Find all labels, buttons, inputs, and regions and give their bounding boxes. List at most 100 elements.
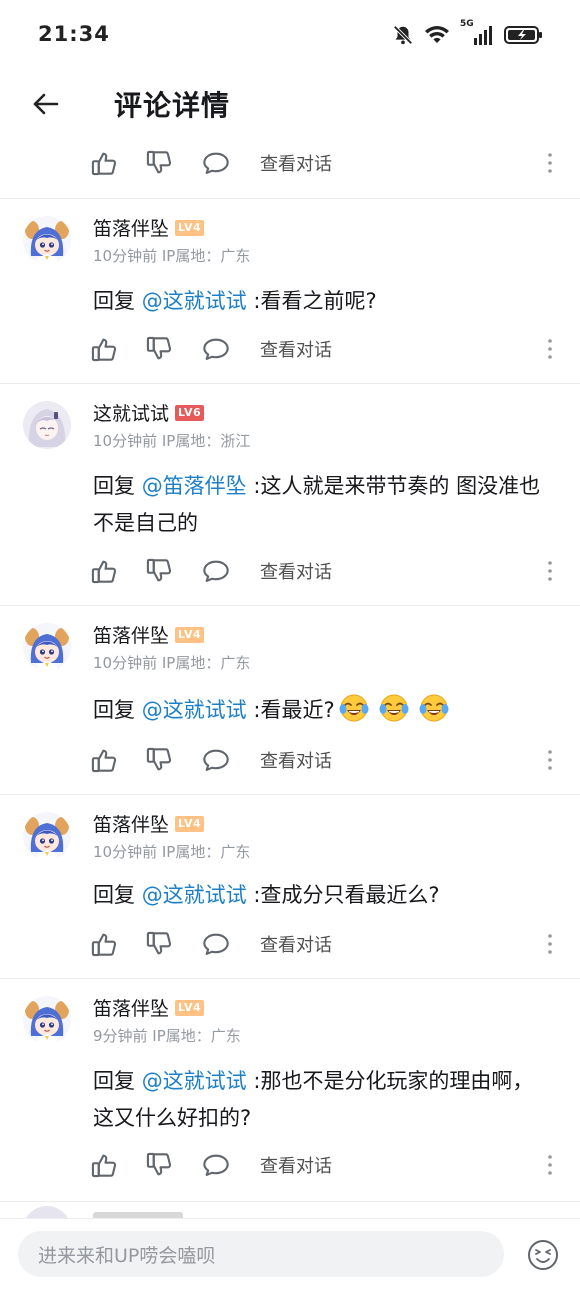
more-button[interactable] [540,743,560,777]
like-button[interactable] [90,743,118,777]
username[interactable]: 这就试试 [93,399,169,426]
more-vertical-icon [548,339,552,359]
avatar[interactable] [23,623,71,671]
like-button[interactable] [90,1148,118,1182]
view-dialog-link[interactable]: 查看对话 [260,927,332,961]
dislike-button[interactable] [145,743,173,777]
speech-bubble-icon [203,338,229,360]
comment-text: 回复 @这就试试 :看看之前呢? [93,283,553,320]
view-dialog-link[interactable]: 查看对话 [260,554,332,588]
view-dialog-link[interactable]: 查看对话 [260,146,332,180]
speech-bubble-icon [203,560,229,582]
avatar[interactable] [23,216,71,264]
dislike-button[interactable] [145,332,173,366]
thumbs-up-icon [91,1154,117,1178]
mute-bell-icon [392,24,414,46]
username-row: 笛落伴坠 LV4 [93,994,205,1021]
reply-body: :看看之前呢? [246,289,377,313]
like-button[interactable] [90,332,118,366]
mention-link[interactable]: @笛落伴坠 [142,474,247,498]
level-badge: LV6 [175,404,205,421]
reply-button[interactable] [202,1148,230,1182]
more-vertical-icon [548,750,552,770]
dislike-button[interactable] [145,554,173,588]
dislike-button[interactable] [145,1148,173,1182]
like-button[interactable] [90,554,118,588]
dislike-button[interactable] [145,146,173,180]
thumbs-up-icon [91,152,117,176]
username[interactable]: 笛落伴坠 [93,994,169,1021]
thumbs-down-icon [146,558,172,582]
speech-bubble-icon [203,152,229,174]
reply-prefix: 回复 [93,698,142,722]
thumbs-up-icon [91,338,117,362]
view-dialog-link[interactable]: 查看对话 [260,743,332,777]
wifi-icon [424,24,450,46]
thumbs-down-icon [146,150,172,174]
username[interactable]: 笛落伴坠 [93,810,169,837]
like-button[interactable] [90,146,118,180]
more-vertical-icon [548,1155,552,1175]
username[interactable]: 笛落伴坠 [93,621,169,648]
speech-bubble-icon [203,933,229,955]
reply-body: :看最近? [246,698,335,722]
username-row: 笛落伴坠 LV4 [93,810,205,837]
crying-laughing-emoji-icon [338,694,369,722]
more-button[interactable] [540,1148,560,1182]
mention-link[interactable]: @这就试试 [142,289,247,313]
comment-meta: 9分钟前 IP属地：广东 [93,1027,241,1045]
more-button[interactable] [540,146,560,180]
comment-item: 笛落伴坠 LV4 10分钟前 IP属地：广东 回复 @这就试试 :看看之前呢? … [0,199,580,383]
avatar[interactable] [23,996,71,1044]
like-button[interactable] [90,927,118,961]
mention-link[interactable]: @这就试试 [142,698,247,722]
more-vertical-icon [548,561,552,581]
username[interactable]: 笛落伴坠 [93,214,169,241]
status-icons: 5G [392,19,544,48]
comment-meta: 10分钟前 IP属地：广东 [93,654,251,672]
page-title: 评论详情 [114,89,231,122]
reply-prefix: 回复 [93,289,142,313]
level-badge: LV4 [175,626,205,643]
comment-meta: 10分钟前 IP属地：浙江 [93,432,251,450]
thumbs-down-icon [146,1152,172,1176]
reply-button[interactable] [202,146,230,180]
emoji-button[interactable] [524,1236,562,1274]
more-button[interactable] [540,332,560,366]
comment-input[interactable]: 进来来和UP唠会嗑呗 [18,1231,504,1277]
cellular-signal-icon: 5G [460,19,494,47]
comment-text: 回复 @这就试试 :查成分只看最近么? [93,877,553,914]
reply-button[interactable] [202,332,230,366]
mention-link[interactable]: @这就试试 [142,883,247,907]
battery-charging-icon [504,24,544,46]
next-comment-peek [0,1204,580,1218]
comment-meta: 10分钟前 IP属地：广东 [93,247,251,265]
username-row: 这就试试 LV6 [93,399,205,426]
reply-button[interactable] [202,927,230,961]
comment-meta: 10分钟前 IP属地：广东 [93,843,251,861]
comment-item: 这就试试 LV6 10分钟前 IP属地：浙江 回复 @笛落伴坠 :这人就是来带节… [0,384,580,605]
more-button[interactable] [540,927,560,961]
emoji-face-icon [528,1240,558,1270]
comment-actions: 查看对话 [0,554,580,588]
view-dialog-link[interactable]: 查看对话 [260,332,332,366]
username-row: 笛落伴坠 LV4 [93,621,205,648]
status-time: 21:34 [38,22,110,46]
thumbs-down-icon [146,336,172,360]
avatar[interactable] [23,401,71,449]
reply-prefix: 回复 [93,883,142,907]
network-type-label: 5G [460,19,474,29]
divider [0,1201,580,1202]
comment-text: 回复 @这就试试 :那也不是分化玩家的理由啊，这又什么好扣的? [93,1063,553,1137]
crying-laughing-emoji-icon [418,694,449,722]
reply-button[interactable] [202,554,230,588]
comment-input-bar: 进来来和UP唠会嗑呗 [0,1218,580,1289]
mention-link[interactable]: @这就试试 [142,1069,247,1093]
avatar[interactable] [23,812,71,860]
reply-button[interactable] [202,743,230,777]
more-vertical-icon [548,934,552,954]
dislike-button[interactable] [145,927,173,961]
more-button[interactable] [540,554,560,588]
view-dialog-link[interactable]: 查看对话 [260,1148,332,1182]
back-button[interactable] [26,84,66,124]
